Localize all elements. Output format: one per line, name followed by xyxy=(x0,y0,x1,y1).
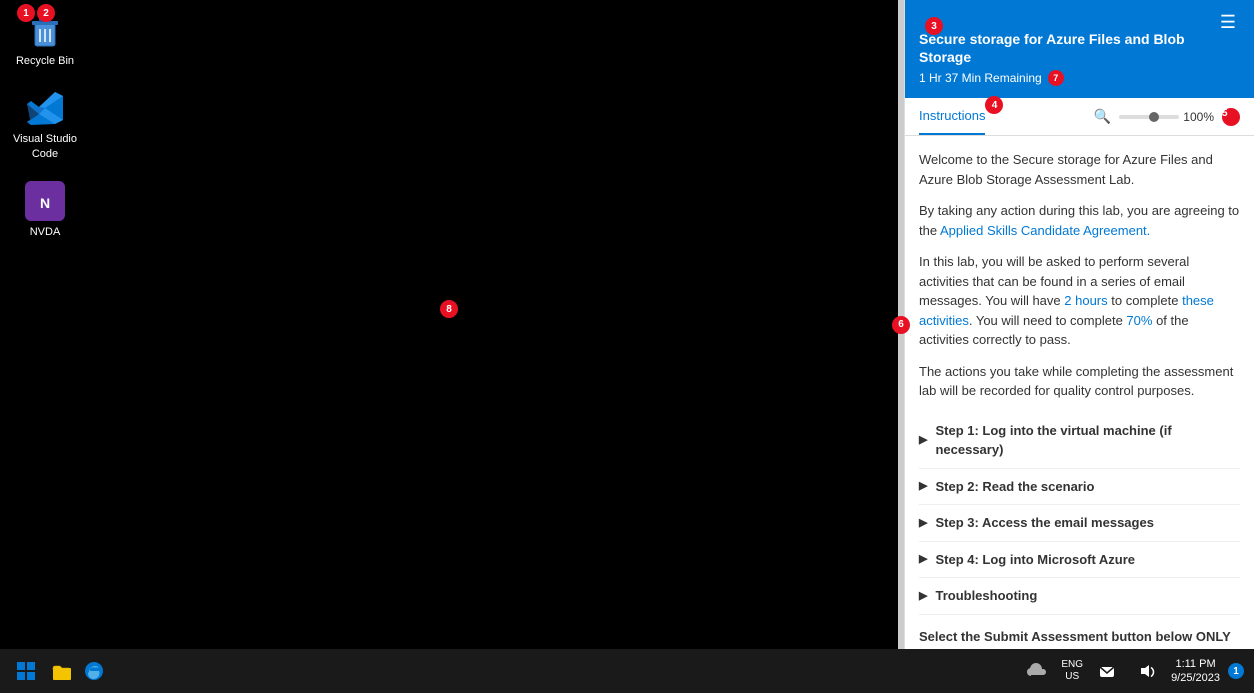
para-3: In this lab, you will be asked to perfor… xyxy=(919,252,1240,350)
annotation-6: 6 xyxy=(892,316,910,334)
search-icon[interactable]: 🔍 xyxy=(1094,108,1111,125)
vscode-label: Visual Studio Code xyxy=(10,132,80,161)
annotation-3: 3 xyxy=(925,17,943,35)
zoom-control: 100% 5 xyxy=(1119,108,1240,126)
zoom-thumb xyxy=(1149,112,1159,122)
intro-para-1: Welcome to the Secure storage for Azure … xyxy=(919,150,1240,189)
taskbar: ENG US 1:11 PM 9/25/2023 1 xyxy=(0,649,1254,693)
troubleshooting-arrow: ▶ xyxy=(919,588,927,605)
recycle-bin-icon[interactable]: 1 2 Recyc xyxy=(10,10,80,68)
right-panel: 3 Secure storage for Azure Files and Blo… xyxy=(904,0,1254,649)
system-tray: ENG US 1:11 PM 9/25/2023 1 xyxy=(1021,655,1244,687)
resize-handle[interactable]: 6 xyxy=(898,0,904,649)
step-4-item[interactable]: ▶ Step 4: Log into Microsoft Azure xyxy=(919,542,1240,579)
clock[interactable]: 1:11 PM 9/25/2023 xyxy=(1171,657,1220,686)
step-3-arrow: ▶ xyxy=(919,515,927,532)
file-explorer-button[interactable] xyxy=(46,655,78,687)
recycle-bin-label: Recycle Bin xyxy=(16,54,74,68)
tab-instructions-label: Instructions xyxy=(919,108,985,123)
tab-instructions[interactable]: Instructions 4 xyxy=(919,98,985,135)
step-2-arrow: ▶ xyxy=(919,478,927,495)
annotation-2: 2 xyxy=(37,4,55,22)
notification-badge[interactable]: 1 xyxy=(1228,663,1244,679)
weather-icon[interactable] xyxy=(1021,655,1053,687)
nvda-label: NVDA xyxy=(30,225,61,239)
hamburger-button[interactable]: ☰ xyxy=(1216,12,1240,33)
annotation-8: 8 xyxy=(440,300,458,318)
step-1-label: Step 1: Log into the virtual machine (if… xyxy=(935,421,1240,460)
start-button[interactable] xyxy=(10,655,42,687)
language-indicator[interactable]: ENG US xyxy=(1061,659,1083,683)
panel-tabs: Instructions 4 🔍 100% 5 xyxy=(905,98,1254,136)
step-1-item[interactable]: ▶ Step 1: Log into the virtual machine (… xyxy=(919,413,1240,469)
tab-controls: 🔍 100% 5 xyxy=(1094,108,1240,126)
annotation-5: 5 xyxy=(1222,108,1240,126)
svg-text:N: N xyxy=(40,195,50,211)
submit-notice: Select the Submit Assessment button belo… xyxy=(919,627,1240,649)
vscode-image xyxy=(25,88,65,128)
zoom-slider[interactable] xyxy=(1119,115,1179,119)
volume-icon[interactable] xyxy=(1131,655,1163,687)
desktop-icons: 1 2 Recyc xyxy=(10,10,80,239)
date-display: 9/25/2023 xyxy=(1171,671,1220,685)
annotation-1: 1 xyxy=(17,4,35,22)
highlight-2hours: 2 hours xyxy=(1064,293,1107,308)
para-4: The actions you take while completing th… xyxy=(919,362,1240,401)
region-text: US xyxy=(1061,671,1083,683)
edge-browser-button[interactable] xyxy=(78,655,110,687)
nvda-image: N xyxy=(25,181,65,221)
troubleshooting-item[interactable]: ▶ Troubleshooting xyxy=(919,578,1240,615)
candidate-agreement-link[interactable]: Applied Skills Candidate Agreement. xyxy=(940,223,1150,238)
annotation-7: 7 xyxy=(1048,70,1064,86)
step-1-arrow: ▶ xyxy=(919,432,927,449)
zoom-level: 100% xyxy=(1183,110,1214,124)
highlight-70: 70% xyxy=(1126,313,1152,328)
desktop: 1 2 Recyc xyxy=(0,0,898,649)
troubleshooting-label: Troubleshooting xyxy=(935,586,1037,606)
step-4-label: Step 4: Log into Microsoft Azure xyxy=(935,550,1135,570)
language-text: ENG xyxy=(1061,659,1083,671)
step-3-label: Step 3: Access the email messages xyxy=(935,513,1153,533)
time-display: 1:11 PM xyxy=(1171,657,1220,671)
panel-body: Welcome to the Secure storage for Azure … xyxy=(905,136,1254,649)
step-2-item[interactable]: ▶ Step 2: Read the scenario xyxy=(919,469,1240,506)
intro-para-2: By taking any action during this lab, yo… xyxy=(919,201,1240,240)
notifications-icon[interactable] xyxy=(1091,655,1123,687)
panel-header-content: 3 Secure storage for Azure Files and Blo… xyxy=(919,12,1216,86)
panel-subtitle: 1 Hr 37 Min Remaining 7 xyxy=(919,70,1216,86)
annotation-4: 4 xyxy=(985,96,1003,114)
vscode-icon[interactable]: Visual Studio Code xyxy=(10,88,80,161)
panel-title: Secure storage for Azure Files and Blob … xyxy=(919,30,1216,66)
step-4-arrow: ▶ xyxy=(919,551,927,568)
nvda-icon[interactable]: N NVDA xyxy=(10,181,80,239)
panel-header: 3 Secure storage for Azure Files and Blo… xyxy=(905,0,1254,98)
time-remaining-text: 1 Hr 37 Min Remaining xyxy=(919,71,1042,85)
step-2-label: Step 2: Read the scenario xyxy=(935,477,1094,497)
step-3-item[interactable]: ▶ Step 3: Access the email messages xyxy=(919,505,1240,542)
